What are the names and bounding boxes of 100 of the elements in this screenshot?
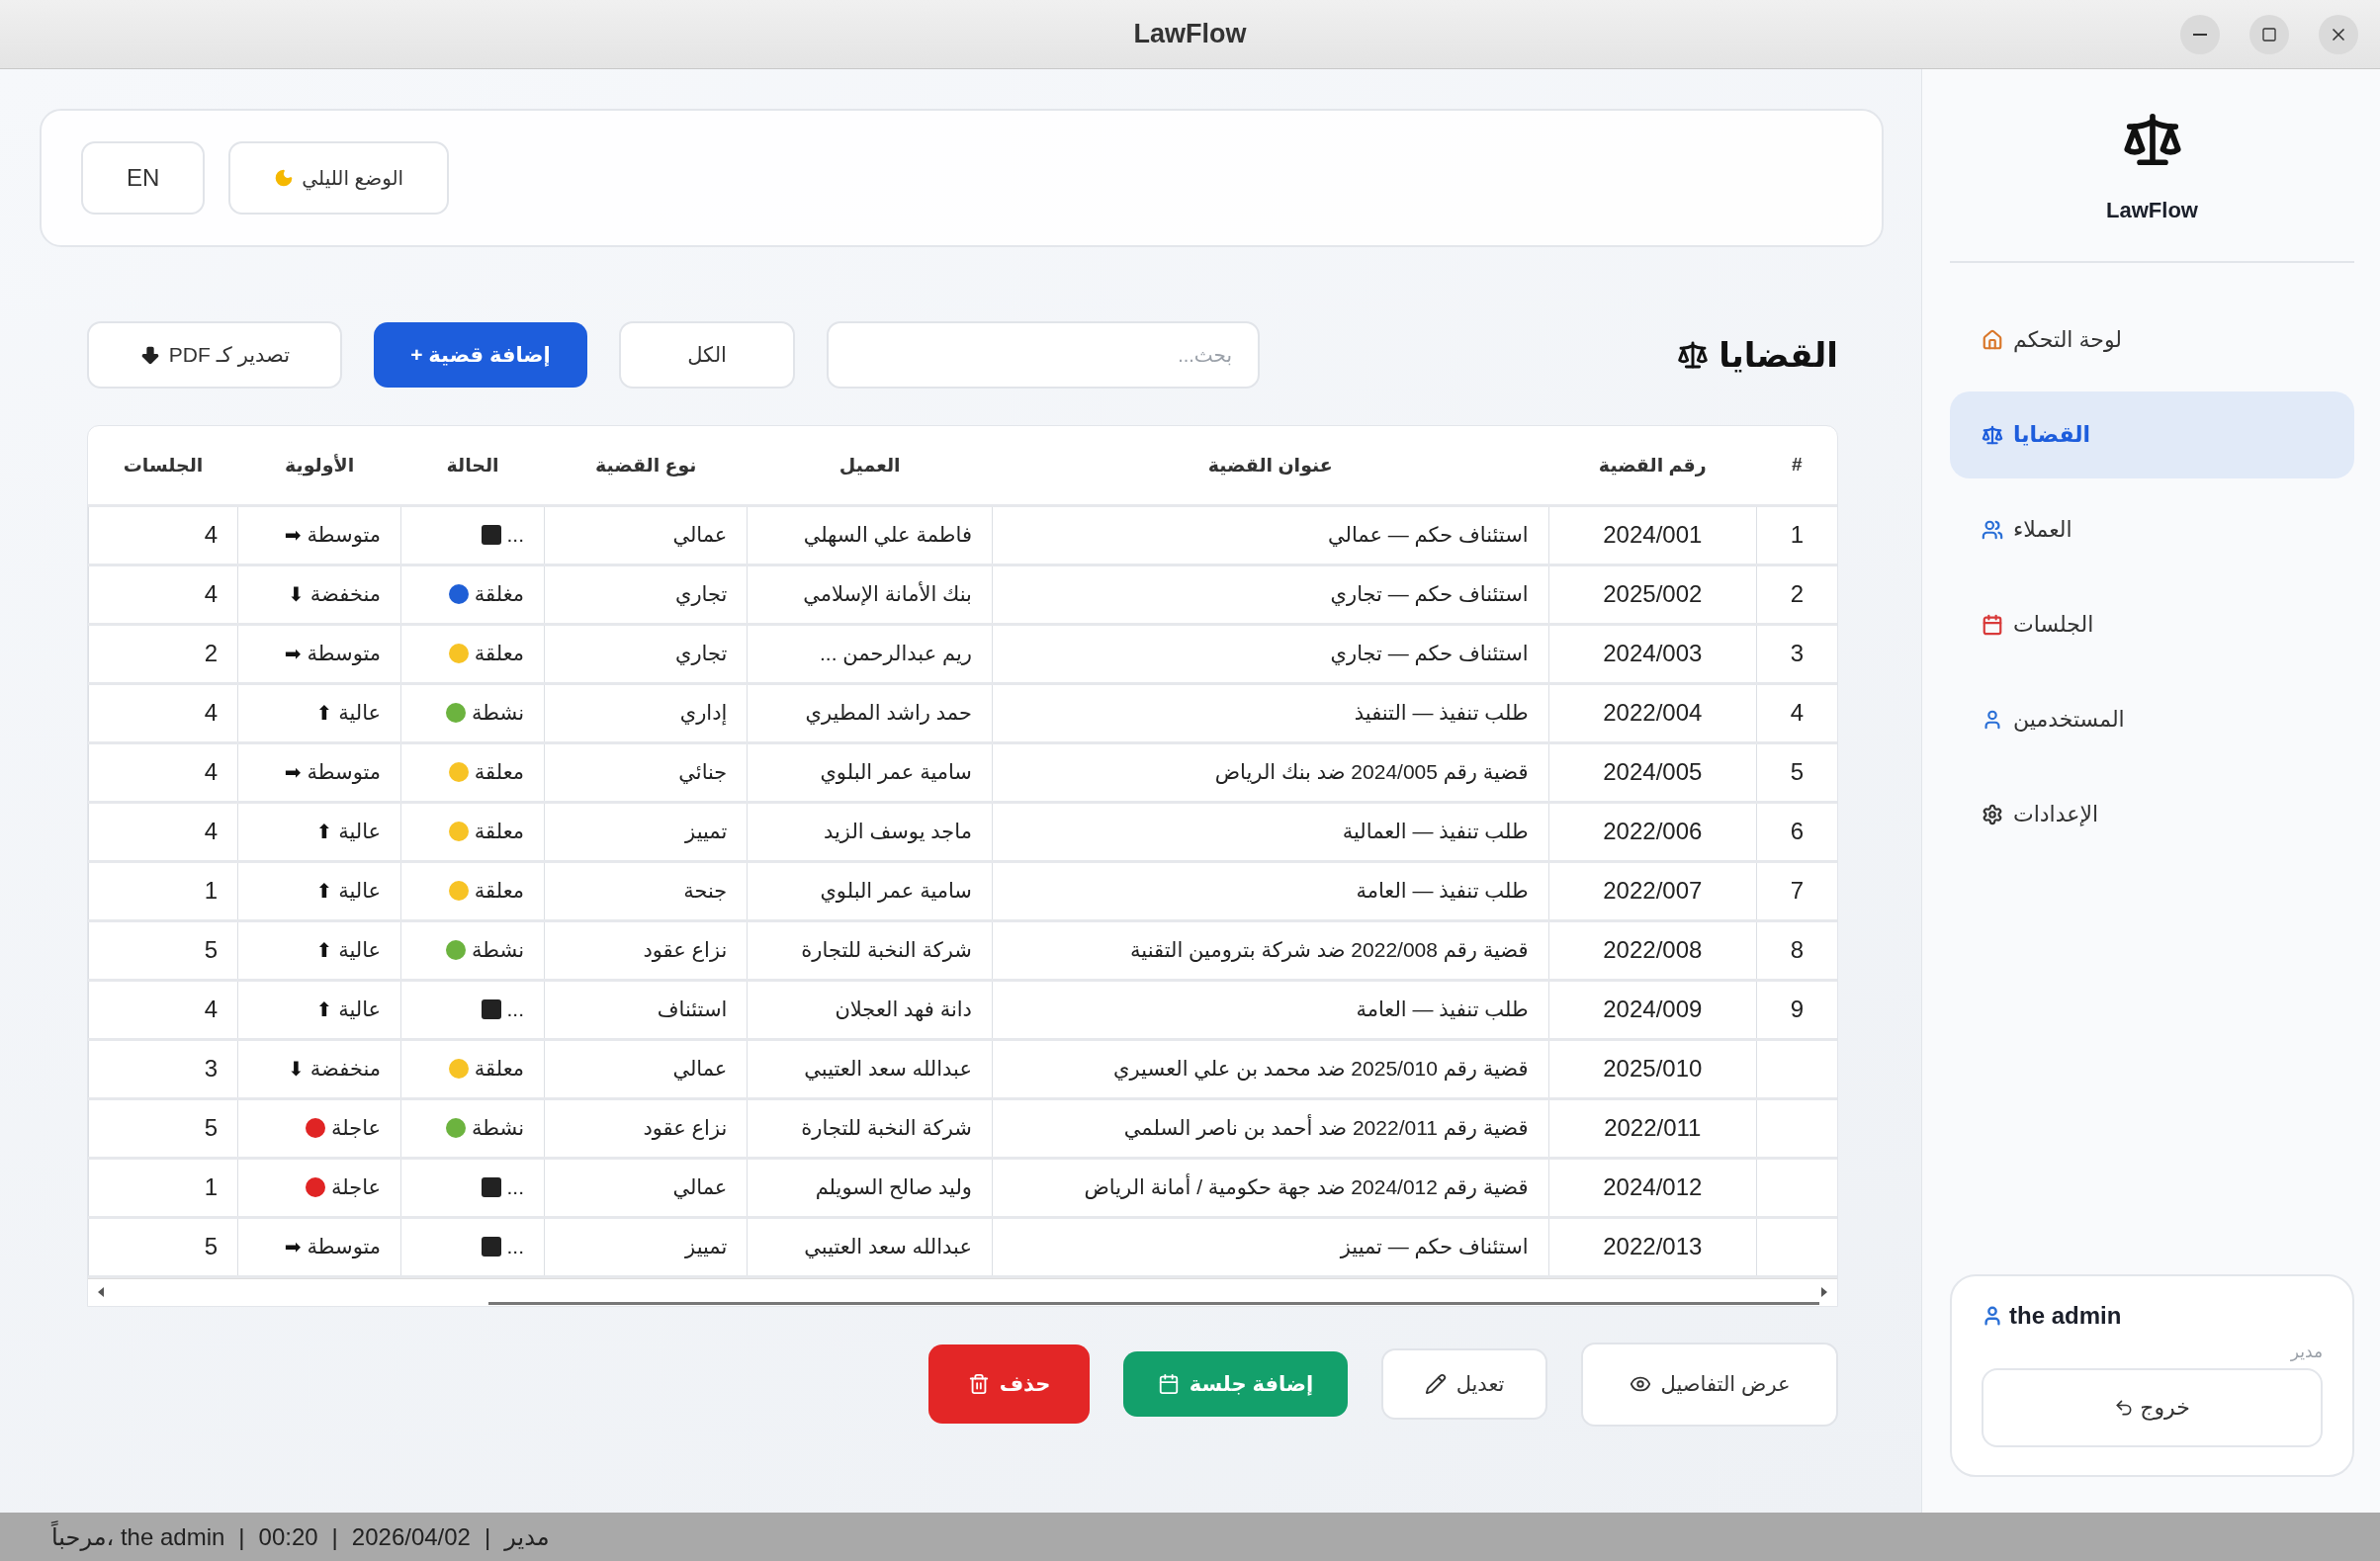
- priority-label: عالية: [338, 879, 382, 903]
- column-header[interactable]: رقم القضية: [1548, 426, 1757, 505]
- status-label: معلقة: [474, 760, 525, 784]
- square-icon: [481, 525, 501, 545]
- moon-icon: [274, 168, 295, 188]
- brand-name: LawFlow: [2106, 198, 2198, 223]
- priority-arrow: ➡: [284, 523, 302, 547]
- priority-label: متوسطة: [307, 760, 382, 784]
- table-cell: 6: [1756, 802, 1837, 861]
- table-cell: 2022/006: [1548, 802, 1757, 861]
- table-cell: 1: [88, 861, 238, 920]
- table-cell: 8: [1756, 920, 1837, 980]
- settings-icon: [1982, 804, 2003, 825]
- dark-mode-button[interactable]: الوضع الليلي: [228, 141, 450, 215]
- table-cell: 2022/007: [1548, 861, 1757, 920]
- priority-label: عالية: [338, 701, 382, 725]
- delete-button[interactable]: حذف: [928, 1344, 1090, 1424]
- details-button[interactable]: عرض التفاصيل: [1581, 1342, 1838, 1427]
- priority-arrow: ⬆: [315, 938, 333, 962]
- language-button[interactable]: EN: [81, 141, 206, 215]
- sidebar-item[interactable]: الإعدادات: [1950, 771, 2354, 858]
- priority-arrow: ⬇: [288, 582, 305, 606]
- status-text: مرحباً، the admin: [51, 1522, 225, 1551]
- status-label: نشطة: [471, 701, 525, 725]
- person-icon: [1982, 1305, 2003, 1327]
- square-icon: [481, 1177, 501, 1197]
- search-field[interactable]: بحث...: [827, 321, 1260, 389]
- priority-label: عالية: [338, 938, 382, 962]
- priority-arrow: ⬆: [315, 701, 333, 725]
- status-label: معلقة: [474, 879, 525, 903]
- column-header[interactable]: #: [1756, 426, 1837, 505]
- table-cell: بنك الأمانة الإسلامي: [747, 564, 993, 624]
- table-cell: قضية رقم 2022/008 ضد شركة بترومين التقنية: [992, 920, 1549, 980]
- column-header[interactable]: الأولوية: [237, 426, 401, 505]
- page-title: القضايا: [1719, 335, 1838, 375]
- status-label: نشطة: [471, 1116, 525, 1140]
- priority-label: منخفضة: [309, 1057, 382, 1081]
- calendar-icon: [1157, 1373, 1180, 1395]
- table-cell: 1: [88, 1158, 238, 1217]
- priority-arrow: ⬇: [288, 1057, 305, 1081]
- sidebar-item[interactable]: المستخدمين: [1950, 676, 2354, 763]
- table-cell: قضية رقم 2025/010 ضد محمد بن علي العسيري: [992, 1039, 1549, 1098]
- table-cell: 5: [88, 920, 238, 980]
- table-cell: عمالي: [544, 505, 748, 564]
- table-cell: استئناف حكم — تجاري: [992, 624, 1549, 683]
- table-cell: شركة النخبة للتجارة: [747, 920, 993, 980]
- status-label: ...: [506, 523, 525, 547]
- table-cell: استئناف حكم — تجاري: [992, 564, 1549, 624]
- export-button[interactable]: تصدير كـ PDF: [87, 321, 342, 389]
- status-label: ...: [506, 1235, 525, 1258]
- status-label: مغلقة: [474, 582, 525, 606]
- priority-label: متوسطة: [307, 523, 382, 547]
- horizontal-scrollbar[interactable]: [88, 1277, 1837, 1306]
- table-cell: سامية عمر البلوي: [747, 861, 993, 920]
- filter-button[interactable]: الكل: [619, 321, 795, 389]
- table-cell: قضية رقم 2024/012 ضد جهة حكومية / أمانة الرياض: [992, 1158, 1549, 1217]
- column-header[interactable]: نوع القضية: [544, 426, 748, 505]
- separator: |: [484, 1522, 491, 1551]
- close-button[interactable]: [2319, 15, 2358, 54]
- sidebar-item[interactable]: العملاء: [1950, 486, 2354, 573]
- calendar-icon: [1982, 614, 2003, 636]
- column-header[interactable]: عنوان القضية: [992, 426, 1549, 505]
- table-cell: 2: [1756, 564, 1837, 624]
- priority-label: متوسطة: [307, 1235, 382, 1258]
- column-header[interactable]: الحالة: [400, 426, 545, 505]
- status-label: ...: [506, 997, 525, 1021]
- sidebar-item[interactable]: الجلسات: [1950, 581, 2354, 668]
- scales-icon: [1982, 424, 2003, 446]
- table-cell: تجاري: [544, 624, 748, 683]
- logout-button[interactable]: خروج: [1982, 1368, 2323, 1447]
- edit-button[interactable]: تعديل: [1381, 1348, 1547, 1420]
- table-cell: 2: [88, 624, 238, 683]
- table-cell: 3: [88, 1039, 238, 1098]
- column-header[interactable]: الجلسات: [88, 426, 238, 505]
- maximize-button[interactable]: [2249, 15, 2289, 54]
- priority-arrow: ⬆: [315, 820, 333, 843]
- add-case-button[interactable]: إضافة قضية +: [374, 322, 587, 388]
- table-cell: استئناف: [544, 980, 748, 1039]
- status-label: ...: [506, 1175, 525, 1199]
- table-cell: دانة فهد العجلان: [747, 980, 993, 1039]
- column-header[interactable]: العميل: [747, 426, 993, 505]
- table-cell: نزاع عقود: [544, 1098, 748, 1158]
- table-cell: سامية عمر البلوي: [747, 742, 993, 802]
- status-label: معلقة: [474, 820, 525, 843]
- table-cell: 4: [88, 980, 238, 1039]
- table-cell: عمالي: [544, 1158, 748, 1217]
- pencil-icon: [1424, 1373, 1447, 1395]
- table-cell: شركة النخبة للتجارة: [747, 1098, 993, 1158]
- status-text: 00:20: [258, 1522, 318, 1551]
- table-cell: قضية رقم 2024/005 ضد بنك الرياض: [992, 742, 1549, 802]
- square-icon: [481, 1237, 501, 1257]
- table-cell: قضية رقم 2022/011 ضد أحمد بن ناصر السلمي: [992, 1098, 1549, 1158]
- user-role: مدير: [2290, 1342, 2323, 1362]
- sidebar-item[interactable]: القضايا: [1950, 391, 2354, 478]
- table-cell: 2024/012: [1548, 1158, 1757, 1217]
- priority-arrow: ➡: [284, 642, 302, 665]
- sidebar-item[interactable]: لوحة التحكم: [1950, 297, 2354, 384]
- status-label: معلقة: [474, 1057, 525, 1081]
- table-cell: جنحة: [544, 861, 748, 920]
- table-cell: 2022/008: [1548, 920, 1757, 980]
